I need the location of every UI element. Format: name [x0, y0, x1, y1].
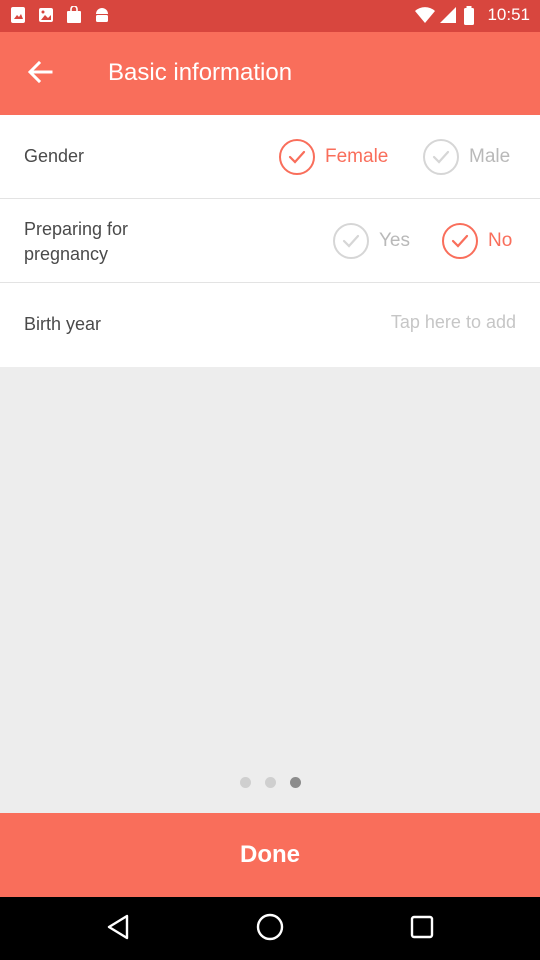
wifi-icon [415, 6, 436, 24]
basic-info-form: Gender Female Male Preparing for pregnan… [0, 115, 540, 367]
checkmark-icon [279, 139, 315, 175]
shopping-bag-icon [66, 5, 82, 24]
nav-recents-button[interactable] [405, 912, 439, 946]
battery-icon [463, 6, 479, 25]
gallery-icon [10, 6, 26, 24]
checkmark-icon [442, 223, 478, 259]
nav-home-button[interactable] [253, 912, 287, 946]
back-triangle-icon [105, 913, 131, 946]
arrow-left-icon [27, 59, 53, 90]
status-bar: 10:51 [0, 0, 540, 32]
cellular-signal-icon [439, 6, 457, 24]
nav-back-button[interactable] [101, 912, 135, 946]
page-title: Basic information [108, 59, 293, 86]
clock-time: 10:51 [487, 5, 530, 24]
android-icon [94, 6, 110, 24]
recents-square-icon [409, 914, 435, 945]
image-icon [38, 6, 54, 24]
no-label: No [488, 230, 513, 251]
yes-option[interactable]: Yes [333, 223, 410, 259]
system-nav-bar [0, 897, 540, 960]
app-bar: Basic information [0, 32, 540, 115]
pager-dots [240, 777, 301, 788]
female-option[interactable]: Female [279, 139, 388, 175]
pager-dot [240, 777, 251, 788]
birth-year-input[interactable]: Tap here to add [391, 312, 516, 333]
checkmark-icon [423, 139, 459, 175]
pager-dot-active [290, 777, 301, 788]
pager-dot [265, 777, 276, 788]
home-circle-icon [255, 912, 285, 947]
birth-year-label: Birth year [24, 314, 102, 334]
pregnancy-row: Preparing for pregnancy Yes No [0, 199, 540, 283]
male-label: Male [469, 146, 511, 167]
back-button[interactable] [18, 52, 62, 96]
checkmark-icon [333, 223, 369, 259]
birth-year-row: Birth year Tap here to add [0, 283, 540, 367]
male-option[interactable]: Male [423, 139, 510, 175]
done-button[interactable]: Done [0, 813, 540, 897]
no-option[interactable]: No [442, 223, 512, 259]
female-label: Female [325, 146, 389, 167]
gender-row: Gender Female Male [0, 115, 540, 199]
pregnancy-label: Preparing for pregnancy [24, 219, 129, 264]
yes-label: Yes [379, 230, 410, 251]
gender-label: Gender [24, 146, 85, 166]
